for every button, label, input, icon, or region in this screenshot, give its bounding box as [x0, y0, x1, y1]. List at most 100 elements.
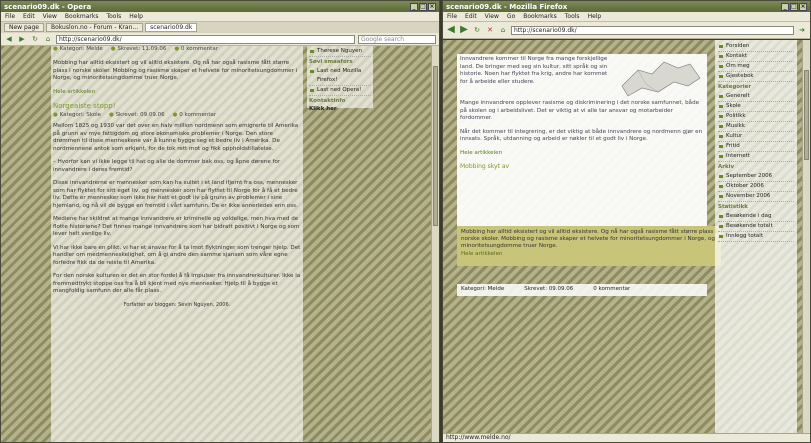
ff-archive-2[interactable]: Oktober 2006 [718, 182, 794, 192]
post2-paragraph-4: Mediene har skildret at mange innvandrer… [53, 216, 300, 237]
sidebar-heading-contact: Kontaktinfo [309, 98, 346, 104]
post2-paragraph-2: – Hvorfor kan vi ikke legge til hat og a… [53, 159, 281, 173]
sidebar-link-opera[interactable]: Last ned Opera! [309, 86, 371, 96]
ff-home-icon[interactable]: ⌂ [498, 26, 508, 35]
ff-side-ommeg[interactable]: Om meg [718, 62, 794, 72]
ff-forward-icon[interactable]: ▶ [459, 24, 469, 35]
forward-icon[interactable]: ▶ [17, 35, 27, 44]
ff-cat-1[interactable]: Generelt [718, 92, 794, 102]
ff-menu-help[interactable]: Help [588, 13, 602, 20]
ff-menu-view[interactable]: View [485, 13, 499, 20]
ff-stat-3: Innlegg totalt [718, 232, 794, 242]
ff-cat-3[interactable]: Politikk [718, 112, 794, 122]
ff-go-icon[interactable]: ➜ [797, 26, 807, 35]
opera-scroll-thumb[interactable] [433, 66, 438, 226]
ff-sidebar-stats: Besøkende i dag Besøkende totalt Innlegg… [718, 212, 794, 242]
opera-addressbar: ◀ ▶ ↻ ⌂ http://scenario09.dk/ Google sea… [1, 33, 439, 46]
post2-paragraph-6: For den norske kulturen er det en stor f… [53, 273, 301, 294]
opera-scrollbar[interactable] [431, 46, 439, 442]
ff-side-gjestebok[interactable]: Gjestebok [718, 72, 794, 82]
ff-menu-bookmarks[interactable]: Bookmarks [523, 13, 557, 20]
post1-date: Skrevet: 11.09.06 [111, 46, 166, 52]
ff-cat-6[interactable]: Fritid [718, 142, 794, 152]
ff-cat-7[interactable]: Internett [718, 152, 794, 162]
sidebar-link-therese[interactable]: Therese Nguyen [309, 47, 371, 57]
opera-sidebar-downloads: Last ned Mozilla Firefox! Last ned Opera… [309, 67, 371, 96]
opera-titlebar[interactable]: scenario09.dk - Opera _ □ × [1, 1, 439, 12]
tab-new-page[interactable]: New page [4, 23, 44, 32]
ff-menu-edit[interactable]: Edit [465, 13, 477, 20]
back-icon[interactable]: ◀ [4, 35, 14, 44]
menu-view[interactable]: View [43, 13, 57, 20]
ff-meta-comments[interactable]: 0 kommentar [593, 286, 630, 294]
tab-bokuslon[interactable]: Bokuslon.no - Forum - Kran... [45, 23, 144, 32]
ff-menu-file[interactable]: File [447, 13, 457, 20]
post2-heading[interactable]: Norgeaiste stopp! [53, 102, 301, 110]
ff-side-kontakt[interactable]: Kontakt [718, 52, 794, 62]
ff-maximize-icon[interactable]: □ [790, 2, 798, 11]
post1-meta: Kategori: Melde Skrevet: 11.09.06 0 komm… [53, 46, 301, 52]
menu-file[interactable]: File [5, 13, 15, 20]
opera-window: scenario09.dk - Opera _ □ × File Edit Vi… [0, 0, 440, 443]
menu-edit[interactable]: Edit [23, 13, 35, 20]
opera-sidebar-links: Therese Nguyen [309, 47, 371, 57]
ff-meta-category: Kategori: Melde [461, 286, 505, 292]
firefox-scroll-thumb[interactable] [804, 70, 809, 160]
firefox-toolbar: ◀ ▶ ↻ ✕ ⌂ http://scenario09.dk/ ➜ [443, 22, 810, 39]
sidebar-contact-link[interactable]: Klikk her [309, 106, 371, 112]
ff-menu-go[interactable]: Go [507, 13, 515, 20]
opera-title: scenario09.dk - Opera [4, 2, 92, 11]
minimize-icon[interactable]: _ [410, 2, 418, 11]
ff-cat-4[interactable]: Musikk [718, 122, 794, 132]
opera-sidebar: Therese Nguyen Søvl smaafors Last ned Mo… [307, 46, 373, 112]
post1-comments[interactable]: 0 kommentar [174, 46, 218, 52]
ff-yellow-link[interactable]: Hele artikkelen [461, 251, 502, 257]
menu-tools[interactable]: Tools [106, 13, 121, 20]
firefox-scrollbar[interactable] [802, 40, 810, 433]
firefox-window: scenario09.dk - Mozilla Firefox _ □ × Fi… [442, 0, 811, 443]
post2-paragraph-3: Disse innvandrerne er mennesker som kan … [53, 180, 298, 209]
ff-sidebar: Forsiden Kontakt Om meg Gjestebok Katego… [715, 40, 797, 433]
ff-bottom-meta: Kategori: Melde Skrevet: 09.09.06 0 komm… [457, 284, 707, 296]
sidebar-link-firefox[interactable]: Last ned Mozilla Firefox! [309, 67, 371, 86]
post2-comments[interactable]: 0 kommentar [173, 112, 216, 118]
ff-sidebar-top: Forsiden Kontakt Om meg Gjestebok [718, 42, 794, 82]
ff-sidebar-archive: September 2006 Oktober 2006 November 200… [718, 172, 794, 202]
post1-link[interactable]: Hele artikkelen [53, 89, 95, 95]
ff-window-controls: _ □ × [781, 2, 807, 11]
ff-close-icon[interactable]: × [799, 2, 807, 11]
ff-side-head-kategorier: Kategorier [718, 84, 752, 90]
post2-paragraph-1: Mellom 1825 og 1930 var det over en halv… [53, 123, 299, 152]
reload-icon[interactable]: ↻ [30, 35, 40, 44]
ff-archive-1[interactable]: September 2006 [718, 172, 794, 182]
post2-meta: Kategori: Skole Skrevet: 09.09.06 0 komm… [53, 112, 301, 118]
ff-reload-icon[interactable]: ↻ [472, 26, 482, 35]
menu-help[interactable]: Help [129, 13, 143, 20]
ff-intro-row: Innvandrere kommer til Norge fra mange f… [460, 56, 704, 100]
ff-meta-date: Skrevet: 09.09.06 [524, 286, 574, 292]
ff-heading-2[interactable]: Mobbing skyt av [460, 163, 704, 170]
opera-address-input[interactable]: http://scenario09.dk/ [56, 34, 355, 44]
post2-date: Skrevet: 09.09.06 [109, 112, 165, 118]
home-icon[interactable]: ⌂ [43, 35, 53, 44]
post2-paragraph-5: Vi har ikke bare en plikt, vi har et ans… [53, 244, 301, 266]
ff-back-icon[interactable]: ◀ [446, 24, 456, 35]
ff-cat-2[interactable]: Skole [718, 102, 794, 112]
firefox-address-input[interactable]: http://scenario09.dk/ [511, 25, 794, 35]
firefox-titlebar[interactable]: scenario09.dk - Mozilla Firefox _ □ × [443, 1, 810, 12]
menu-bookmarks[interactable]: Bookmarks [65, 13, 99, 20]
ff-side-forsiden[interactable]: Forsiden [718, 42, 794, 52]
ff-minimize-icon[interactable]: _ [781, 2, 789, 11]
opera-search-input[interactable]: Google search [358, 34, 436, 44]
ff-yellow-band: Mobbing har alltid eksistert og vil allt… [457, 226, 721, 266]
ff-stop-icon[interactable]: ✕ [485, 26, 495, 35]
tab-scenario[interactable]: scenario09.dk [145, 23, 198, 32]
close-icon[interactable]: × [428, 2, 436, 11]
ff-yellow-text: Mobbing har alltid eksistert og vil allt… [461, 229, 717, 249]
map-image [621, 61, 701, 97]
ff-menu-tools[interactable]: Tools [565, 13, 580, 20]
ff-cat-5[interactable]: Kultur [718, 132, 794, 142]
ff-article-link[interactable]: Hele artikkelen [460, 150, 502, 156]
ff-archive-3[interactable]: November 2006 [718, 192, 794, 202]
maximize-icon[interactable]: □ [419, 2, 427, 11]
